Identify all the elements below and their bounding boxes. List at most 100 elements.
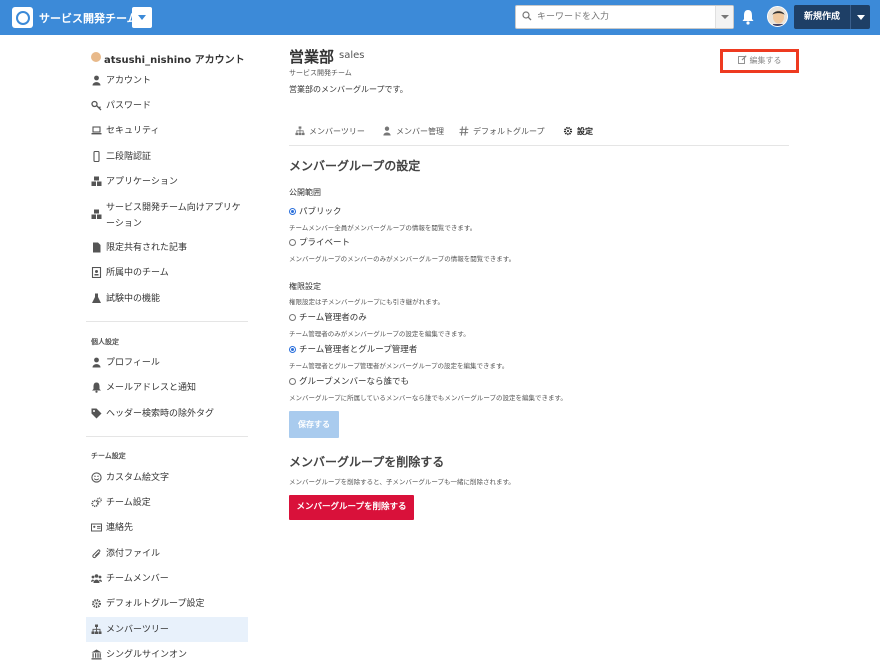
sidebar-section-team: チーム設定 — [91, 452, 126, 460]
user-icon — [383, 126, 391, 136]
tab-member-management[interactable]: メンバー管理 — [382, 126, 444, 137]
radio-label: パブリック — [299, 207, 342, 217]
avatar-face-icon — [768, 7, 787, 26]
smile-icon — [91, 472, 102, 483]
permission-help: 権限設定は子メンバーグループにも引き継がれます。 — [289, 298, 444, 306]
sidebar-item-team-applications[interactable]: サービス開発チーム向けアプリケーション — [86, 198, 248, 232]
search-input[interactable] — [537, 11, 707, 21]
delete-section-title: メンバーグループを削除する — [289, 455, 445, 469]
sidebar-section-personal: 個人設定 — [91, 338, 119, 346]
sidebar-item-label: パスワード — [106, 101, 152, 111]
sidebar-item-custom-emoji[interactable]: カスタム絵文字 — [86, 465, 248, 490]
cubes-icon — [91, 176, 102, 186]
delete-help: メンバーグループを削除すると、子メンバーグループも一緒に削除されます。 — [289, 478, 515, 486]
delete-group-button[interactable]: メンバーグループを削除する — [289, 495, 414, 520]
tab-member-tree[interactable]: メンバーツリー — [295, 126, 365, 137]
sidebar-item-label: 二段階認証 — [106, 152, 152, 162]
group-slug: sales — [339, 50, 365, 61]
new-post-button[interactable]: 新規作成 — [794, 5, 850, 29]
visibility-public-help: チームメンバー全員がメンバーグループの情報を閲覧できます。 — [289, 224, 477, 232]
search-options-dropdown[interactable] — [715, 6, 733, 28]
user-icon — [92, 357, 101, 368]
visibility-public-radio[interactable]: パブリック — [289, 205, 342, 217]
paperclip-icon — [92, 549, 101, 559]
edit-button-highlight: 編集する — [720, 49, 799, 73]
sidebar-item-teams[interactable]: 所属中のチーム — [86, 260, 248, 285]
tab-label: 設定 — [577, 127, 593, 136]
edit-group-button[interactable]: 編集する — [725, 54, 794, 68]
team-switcher-dropdown[interactable] — [132, 7, 152, 28]
sidebar-item-shared-posts[interactable]: 限定共有された記事 — [86, 235, 248, 260]
account-avatar — [91, 52, 101, 62]
notification-bell-icon[interactable] — [741, 9, 755, 25]
permission-team-group-admin-help: チーム管理者とグループ管理者がメンバーグループの設定を編集できます。 — [289, 362, 509, 370]
permission-team-group-admin-radio[interactable]: チーム管理者とグループ管理者 — [289, 343, 417, 355]
sidebar-item-label: 所属中のチーム — [106, 268, 169, 278]
sidebar-item-label: シングルサインオン — [106, 650, 188, 660]
sidebar-item-excluded-tags[interactable]: ヘッダー検索時の除外タグ — [86, 401, 248, 426]
tab-settings[interactable]: 設定 — [563, 126, 593, 137]
visibility-private-radio[interactable]: プライベート — [289, 236, 350, 248]
new-post-dropdown[interactable] — [850, 5, 870, 29]
sidebar-item-password[interactable]: パスワード — [86, 93, 248, 118]
sidebar-item-label: プロフィール — [106, 358, 160, 368]
address-card-icon — [91, 523, 102, 532]
sidebar-item-attachments[interactable]: 添付ファイル — [86, 541, 248, 566]
user-icon — [92, 75, 101, 86]
team-name[interactable]: サービス開発チーム — [39, 10, 138, 26]
sidebar-item-label: セキュリティ — [106, 126, 160, 136]
save-button[interactable]: 保存する — [289, 411, 339, 438]
sidebar-item-label: チーム設定 — [106, 498, 151, 508]
radio-unselected-icon — [289, 239, 296, 246]
cubes-icon — [91, 209, 102, 219]
sidebar-item-contacts[interactable]: 連絡先 — [86, 515, 248, 540]
sidebar-item-team-settings[interactable]: チーム設定 — [86, 490, 248, 515]
sidebar-item-account[interactable]: アカウント — [86, 68, 248, 93]
permission-team-admin-radio[interactable]: チーム管理者のみ — [289, 311, 367, 323]
sidebar-item-single-sign-on[interactable]: シングルサインオン — [86, 642, 248, 667]
permission-team-admin-help: チーム管理者のみがメンバーグループの設定を編集できます。 — [289, 330, 470, 338]
team-logo-icon[interactable] — [12, 7, 33, 28]
visibility-label: 公開範囲 — [289, 188, 321, 197]
tag-icon — [91, 408, 102, 419]
radio-label: グループメンバーなら誰でも — [299, 377, 409, 387]
sidebar-item-label: 限定共有された記事 — [106, 243, 188, 253]
visibility-private-help: メンバーグループのメンバーのみがメンバーグループの情報を閲覧できます。 — [289, 255, 516, 263]
permission-label: 権限設定 — [289, 282, 321, 291]
sidebar-item-member-tree[interactable]: メンバーツリー — [86, 617, 248, 642]
sidebar-item-label: メールアドレスと通知 — [106, 383, 197, 393]
sidebar-item-label: アカウント — [106, 76, 152, 86]
settings-section-title: メンバーグループの設定 — [289, 159, 421, 173]
sidebar-item-security[interactable]: セキュリティ — [86, 118, 248, 143]
sidebar-item-label: デフォルトグループ設定 — [106, 599, 205, 609]
sidebar-item-experimental[interactable]: 試験中の機能 — [86, 286, 248, 311]
sidebar-item-two-factor[interactable]: 二段階認証 — [86, 144, 248, 169]
sidebar-item-team-members[interactable]: チームメンバー — [86, 566, 248, 591]
laptop-icon — [91, 126, 102, 135]
tab-default-group[interactable]: デフォルトグループ — [459, 126, 545, 137]
sidebar-item-profile[interactable]: プロフィール — [86, 350, 248, 375]
sidebar-item-email-notifications[interactable]: メールアドレスと通知 — [86, 375, 248, 400]
sidebar-item-label: 添付ファイル — [106, 549, 161, 559]
permission-anyone-help: メンバーグループに所属しているメンバーなら誰でもメンバーグループの設定を編集でき… — [289, 394, 567, 402]
sidebar-divider — [86, 436, 248, 437]
cog-icon — [563, 126, 573, 136]
tab-label: メンバー管理 — [396, 127, 444, 136]
key-icon — [91, 100, 102, 111]
search-box[interactable] — [515, 5, 734, 29]
sidebar-item-applications[interactable]: アプリケーション — [86, 169, 248, 194]
radio-unselected-icon — [289, 378, 296, 385]
user-avatar[interactable] — [767, 6, 788, 27]
sitemap-icon — [295, 126, 305, 136]
sidebar-item-label: 試験中の機能 — [106, 294, 161, 304]
radio-unselected-icon — [289, 314, 296, 321]
flask-icon — [92, 293, 101, 303]
radio-label: チーム管理者のみ — [299, 313, 367, 323]
sidebar-item-label: ヘッダー検索時の除外タグ — [106, 409, 215, 419]
account-title: atsushi_nishino アカウント — [104, 55, 245, 66]
group-tabs: メンバーツリー メンバー管理 デフォルトグループ 設定 — [289, 124, 789, 146]
permission-anyone-radio[interactable]: グループメンバーなら誰でも — [289, 375, 409, 387]
sidebar-item-default-group-settings[interactable]: デフォルトグループ設定 — [86, 591, 248, 616]
search-icon — [522, 11, 532, 21]
radio-selected-icon — [289, 346, 296, 353]
